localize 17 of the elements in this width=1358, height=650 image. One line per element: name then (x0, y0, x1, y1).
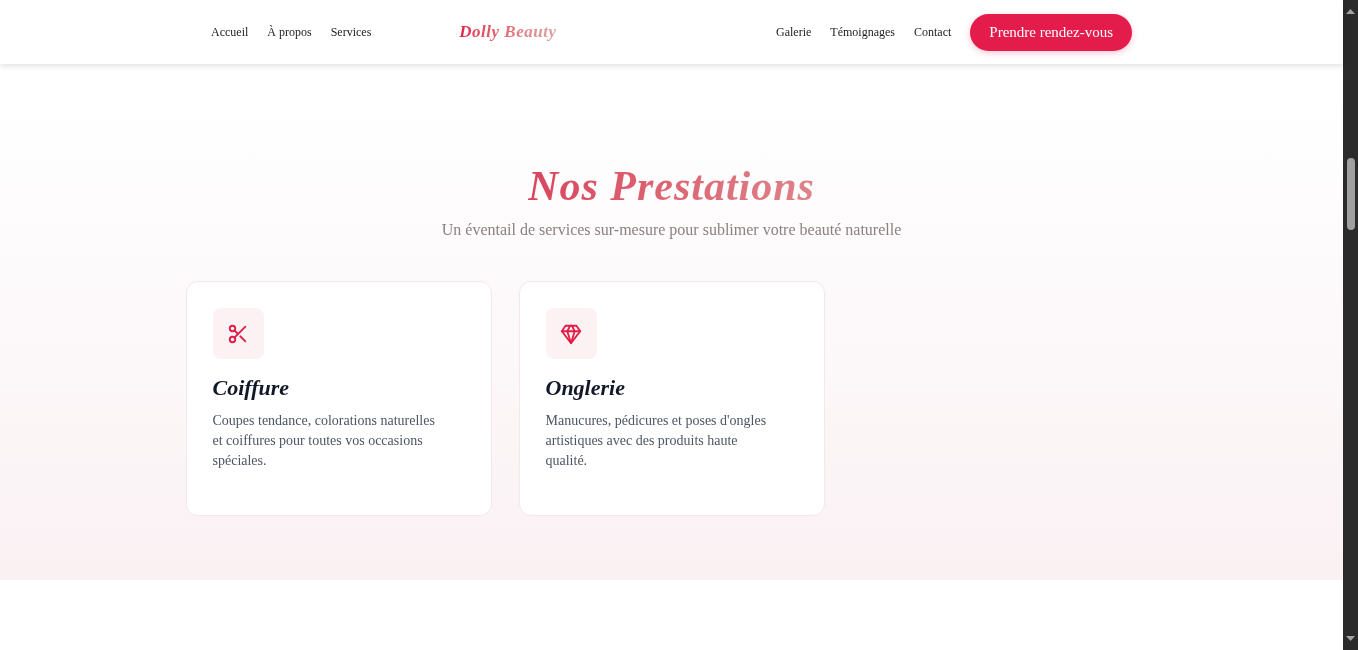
card-title: Coiffure (212, 374, 290, 402)
nav-link[interactable]: À propos (267, 24, 312, 40)
scrollbar-thumb[interactable] (1346, 158, 1355, 230)
scissors-icon (212, 308, 264, 359)
card-description: Coupes tendance, colorations naturelles et coiffures pour toutes vos occasions spéciales. (212, 412, 436, 470)
scroll-up-arrow-icon[interactable] (1346, 9, 1355, 14)
nav-link[interactable]: Galerie (776, 24, 812, 40)
scroll-down-arrow-icon[interactable] (1346, 636, 1355, 641)
nav-link[interactable]: Accueil (211, 24, 249, 40)
nav-link[interactable]: Contact (913, 24, 952, 40)
nav-link[interactable]: Services (330, 24, 372, 40)
section-subtitle: Un éventail de services sur-mesure pour sublimer votre beauté naturelle (441, 220, 902, 241)
card-description: Manucures, pédicures et poses d'ongles artistiques avec des produits haute qualité. (545, 412, 768, 470)
appointment-button[interactable]: Prendre rendez-vous (970, 13, 1132, 51)
card-title: Onglerie (545, 374, 625, 402)
gem-icon (545, 308, 597, 359)
nav-link[interactable]: Témoignages (830, 24, 895, 40)
